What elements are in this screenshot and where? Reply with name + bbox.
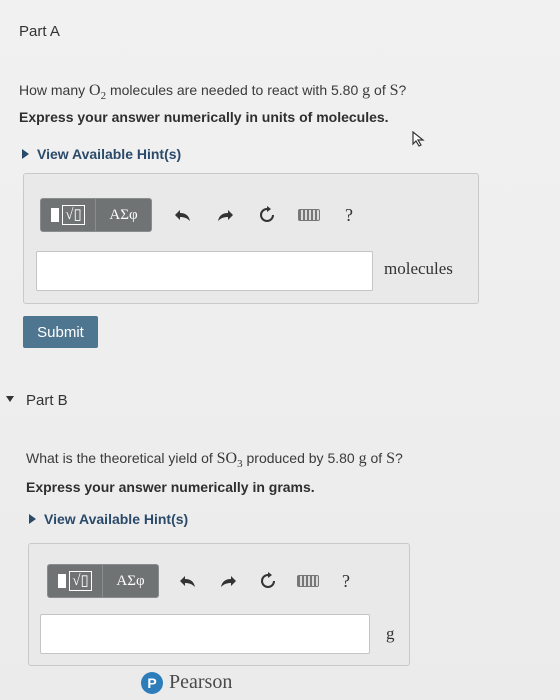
reset-icon[interactable] <box>251 564 285 598</box>
part-b-question: What is the theoretical yield of SO3 pro… <box>26 450 403 470</box>
square-icon <box>51 208 60 222</box>
redo-icon[interactable] <box>208 198 242 232</box>
expand-arrow-icon <box>22 149 29 159</box>
unit-symbol: g <box>362 82 371 99</box>
chem-symbol: O <box>89 82 101 99</box>
part-a-hint-toggle[interactable]: View Available Hint(s) <box>22 146 181 162</box>
question-text: of <box>370 82 390 98</box>
square-icon <box>58 574 67 588</box>
question-text: How many <box>19 82 90 98</box>
hint-label: View Available Hint(s) <box>37 146 182 162</box>
part-b-toolbar: √▯ ΑΣφ ? <box>47 564 363 598</box>
part-b-instruction: Express your answer numerically in grams… <box>26 479 315 495</box>
redo-icon[interactable] <box>211 564 245 598</box>
part-a-toolbar: √▯ ΑΣφ ? <box>40 198 366 232</box>
templates-button[interactable]: √▯ <box>47 564 103 598</box>
part-b-answer-input[interactable] <box>40 614 370 654</box>
keyboard-icon[interactable] <box>292 198 326 232</box>
part-a-question: How many O2 molecules are needed to reac… <box>19 82 406 102</box>
question-text: produced by 5.80 <box>242 450 359 466</box>
part-a-unit-label: molecules <box>384 259 453 278</box>
page: Part A How many O2 molecules are needed … <box>0 0 560 700</box>
chem-symbol: S <box>386 450 395 467</box>
help-icon[interactable]: ? <box>332 198 366 232</box>
part-a-instruction: Express your answer numerically in units… <box>19 109 389 125</box>
chem-symbol: S <box>389 82 399 99</box>
unit-symbol: g <box>358 450 367 467</box>
undo-icon[interactable] <box>166 198 200 232</box>
collapse-arrow-icon[interactable] <box>6 396 14 402</box>
question-text: of <box>366 450 387 466</box>
part-a-title[interactable]: Part A <box>19 23 60 40</box>
question-text: molecules are needed to react with 5.80 <box>106 82 363 98</box>
templates-button[interactable]: √▯ <box>40 198 96 232</box>
hint-label: View Available Hint(s) <box>44 511 189 527</box>
chem-formula: SO3 <box>216 450 243 470</box>
part-b-hint-toggle[interactable]: View Available Hint(s) <box>29 511 188 527</box>
part-a-answer-input[interactable] <box>36 251 373 291</box>
submit-button[interactable]: Submit <box>23 316 98 348</box>
radical-icon: √▯ <box>69 571 92 591</box>
keyboard-icon[interactable] <box>291 564 325 598</box>
greek-symbols-button[interactable]: ΑΣφ <box>96 198 152 232</box>
question-text: ? <box>394 450 403 466</box>
question-text: ? <box>398 82 407 98</box>
greek-symbols-button[interactable]: ΑΣφ <box>103 564 159 598</box>
help-icon[interactable]: ? <box>329 564 363 598</box>
chem-formula: O2 <box>89 82 106 102</box>
pearson-brand: P Pearson <box>141 671 232 694</box>
part-b-unit-label: g <box>386 624 395 643</box>
radical-icon: √▯ <box>62 205 85 225</box>
pearson-logo-icon: P <box>141 671 163 694</box>
pearson-label: Pearson <box>169 671 233 693</box>
undo-icon[interactable] <box>171 564 205 598</box>
chem-symbol: SO <box>216 450 238 467</box>
mouse-cursor-icon <box>412 131 425 147</box>
part-b-title[interactable]: Part B <box>26 392 68 409</box>
expand-arrow-icon <box>29 514 36 524</box>
reset-icon[interactable] <box>250 198 284 232</box>
question-text: What is the theoretical yield of <box>26 450 217 466</box>
